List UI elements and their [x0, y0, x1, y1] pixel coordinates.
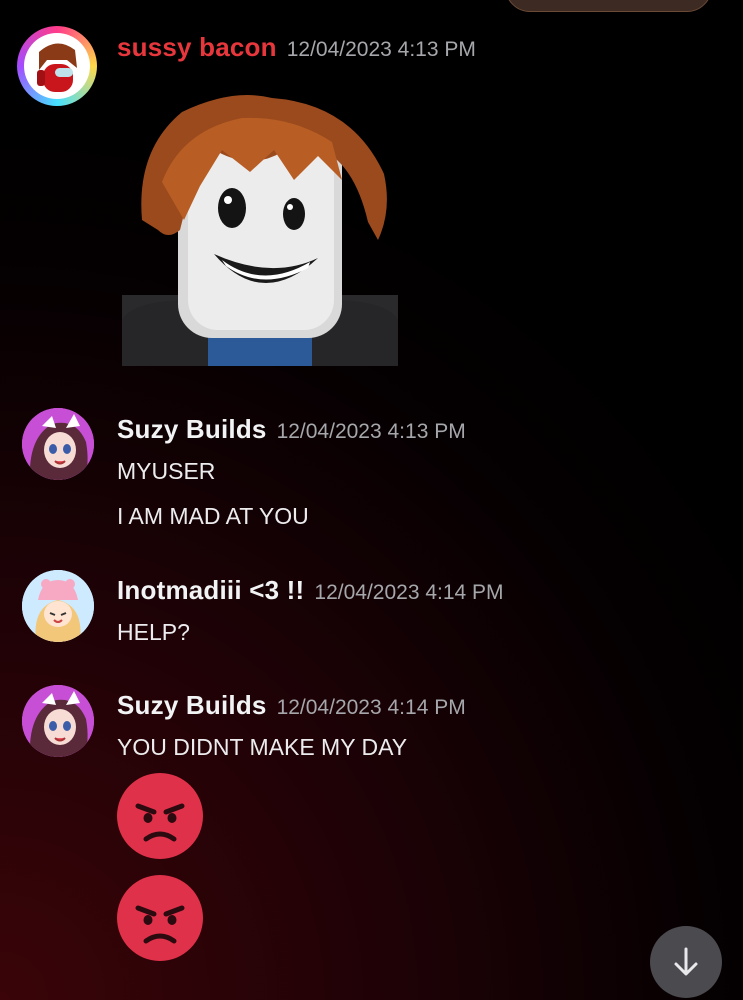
anime-girl-avatar-image	[22, 685, 94, 757]
chibi-girl-avatar-image	[22, 570, 94, 642]
message-text: HELP?	[117, 619, 190, 645]
message-text: MYUSER	[117, 458, 216, 484]
avatar[interactable]	[22, 685, 94, 757]
avatar[interactable]	[22, 408, 94, 480]
among-us-avatar-image	[24, 33, 90, 99]
angry-face-emoji[interactable]	[116, 772, 204, 860]
timestamp: 12/04/2023 4:14 PM	[314, 581, 504, 604]
timestamp: 12/04/2023 4:13 PM	[276, 420, 466, 443]
username[interactable]: Inotmadiii <3 !!	[117, 575, 304, 605]
username[interactable]: Suzy Builds	[117, 690, 267, 720]
arrow-down-icon	[674, 947, 698, 976]
message-text: I AM MAD AT YOU	[117, 503, 309, 529]
avatar[interactable]	[22, 570, 94, 642]
username[interactable]: Suzy Builds	[117, 414, 267, 444]
timestamp: 12/04/2023 4:13 PM	[286, 38, 476, 61]
message-text: YOU DIDNT MAKE MY DAY	[117, 734, 408, 760]
username[interactable]: sussy bacon	[117, 32, 277, 62]
top-pill-button[interactable]	[505, 0, 712, 12]
roblox-bacon-hair-avatar-image[interactable]	[122, 90, 398, 366]
avatar[interactable]	[17, 26, 97, 106]
angry-face-emoji[interactable]	[116, 874, 204, 962]
anime-girl-avatar-image	[22, 408, 94, 480]
scroll-to-bottom-button[interactable]	[650, 926, 722, 998]
timestamp: 12/04/2023 4:14 PM	[276, 696, 466, 719]
